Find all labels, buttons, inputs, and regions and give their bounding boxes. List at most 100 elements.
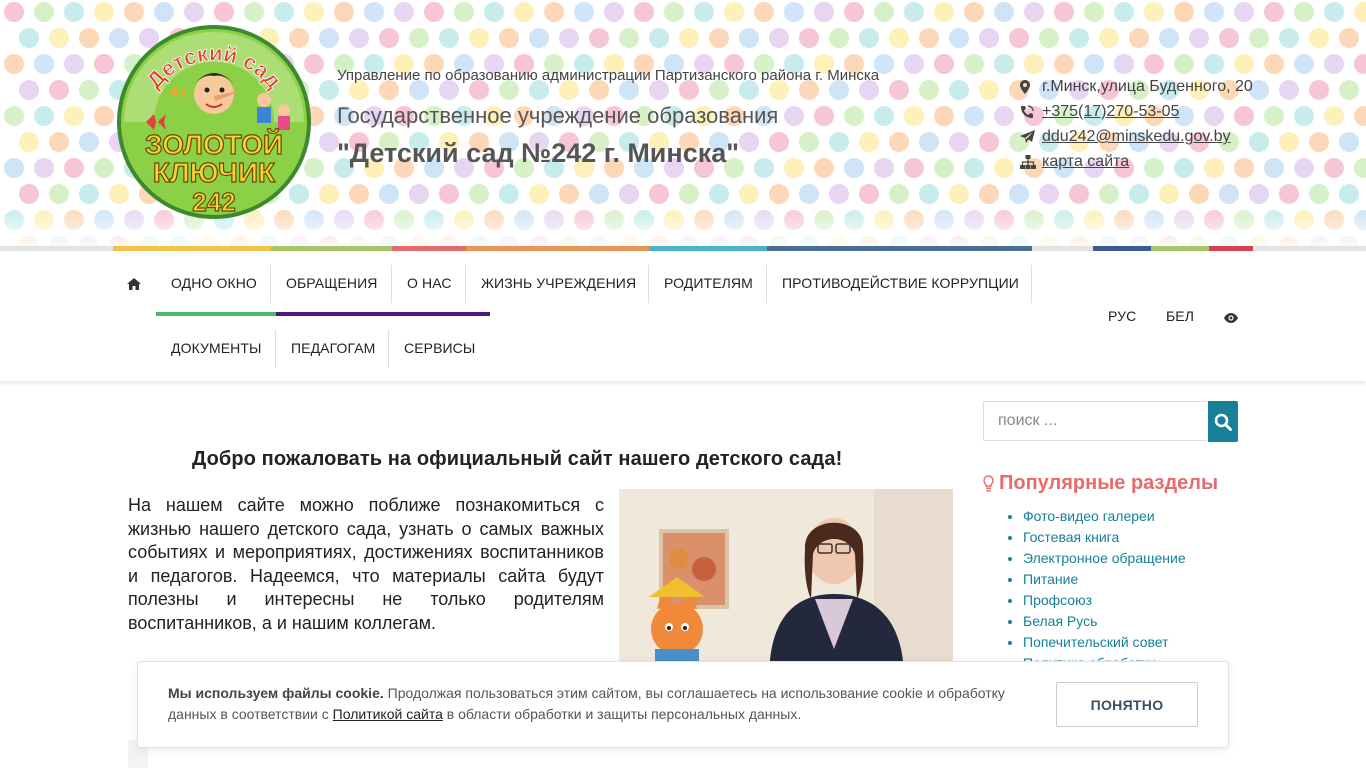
- background-dot: [529, 28, 549, 48]
- background-dot: [1354, 54, 1366, 74]
- background-dot: [1264, 106, 1284, 126]
- background-dot: [934, 2, 954, 22]
- background-dot: [934, 54, 954, 74]
- lang-ru[interactable]: РУС: [1108, 308, 1136, 324]
- email-link[interactable]: ddu242@minskedu.gov.by: [1042, 124, 1231, 149]
- background-dot: [19, 28, 39, 48]
- background-dot: [979, 132, 999, 152]
- nav-separator: [270, 265, 271, 303]
- background-dot: [1069, 184, 1089, 204]
- background-dot: [349, 28, 369, 48]
- background-dot: [1339, 80, 1359, 100]
- nav-item-one-window[interactable]: ОДНО ОКНО: [171, 275, 257, 291]
- background-dot: [1279, 184, 1299, 204]
- background-dot: [469, 28, 489, 48]
- search-icon: [1214, 413, 1232, 431]
- svg-text:242: 242: [192, 187, 235, 217]
- background-dot: [964, 2, 984, 22]
- popular-link[interactable]: Питание: [1023, 571, 1078, 587]
- background-dot: [784, 106, 804, 126]
- popular-link[interactable]: Гостевая книга: [1023, 529, 1119, 545]
- background-dot: [1129, 28, 1149, 48]
- nav-item-documents[interactable]: ДОКУМЕНТЫ: [171, 340, 262, 356]
- nav-item-life[interactable]: ЖИЗНЬ УЧРЕЖДЕНИЯ: [481, 275, 636, 291]
- search-button[interactable]: [1208, 401, 1238, 442]
- background-dot: [4, 54, 24, 74]
- background-dot: [889, 132, 909, 152]
- background-dot: [94, 54, 114, 74]
- cookie-accept-button[interactable]: ПОНЯТНО: [1056, 682, 1198, 727]
- nav-item-teachers[interactable]: ПЕДАГОГАМ: [291, 340, 375, 356]
- background-dot: [304, 2, 324, 22]
- background-dot: [904, 54, 924, 74]
- list-item: Попечительский совет: [1023, 632, 1186, 653]
- background-dot: [739, 28, 759, 48]
- background-dot: [1354, 106, 1366, 126]
- background-dot: [1309, 80, 1329, 100]
- background-dot: [49, 184, 69, 204]
- popular-sections-label: Популярные разделы: [999, 472, 1219, 494]
- popular-link[interactable]: Электронное обращение: [1023, 550, 1186, 566]
- contact-address: г.Минск,улица Буденного, 20: [1020, 74, 1253, 99]
- background-dot: [1204, 2, 1224, 22]
- background-dot: [964, 106, 984, 126]
- list-item: Электронное обращение: [1023, 548, 1186, 569]
- lang-by[interactable]: БЕЛ: [1166, 308, 1194, 324]
- background-dot: [889, 80, 909, 100]
- background-dot: [949, 132, 969, 152]
- background-dot: [49, 80, 69, 100]
- background-dot: [709, 184, 729, 204]
- background-dot: [319, 184, 339, 204]
- sitemap-link[interactable]: карта сайта: [1042, 149, 1129, 174]
- privacy-policy-link[interactable]: Политикой сайта: [333, 706, 443, 722]
- background-dot: [94, 106, 114, 126]
- background-dot: [34, 54, 54, 74]
- background-dot: [799, 132, 819, 152]
- background-dot: [784, 158, 804, 178]
- background-dot: [874, 158, 894, 178]
- contact-phone: +375(17)270-53-05: [1020, 99, 1253, 124]
- welcome-title: Добро пожаловать на официальный сайт наш…: [192, 448, 843, 470]
- search-input[interactable]: [983, 401, 1207, 441]
- background-dot: [1309, 28, 1329, 48]
- popular-link[interactable]: Белая Русь: [1023, 613, 1097, 629]
- background-dot: [1024, 54, 1044, 74]
- background-dot: [844, 158, 864, 178]
- home-icon[interactable]: [127, 277, 141, 295]
- cookie-banner: Мы используем файлы cookie. Продолжая по…: [137, 661, 1229, 748]
- popular-link[interactable]: Попечительский совет: [1023, 634, 1169, 650]
- background-dot: [1114, 54, 1134, 74]
- nav-item-parents[interactable]: РОДИТЕЛЯМ: [664, 275, 753, 291]
- background-dot: [1279, 28, 1299, 48]
- background-dot: [799, 28, 819, 48]
- background-dot: [94, 158, 114, 178]
- director-photo: [619, 489, 953, 679]
- background-dot: [64, 54, 84, 74]
- background-dot: [1264, 158, 1284, 178]
- org-parent-name: Управление по образованию администрации …: [337, 67, 880, 84]
- eye-icon[interactable]: [1224, 310, 1238, 328]
- popular-link[interactable]: Профсоюз: [1023, 592, 1092, 608]
- background-dot: [1009, 184, 1029, 204]
- nav-separator: [766, 265, 767, 303]
- background-dot: [784, 2, 804, 22]
- background-dot: [1354, 2, 1366, 22]
- list-item: Питание: [1023, 569, 1186, 590]
- site-logo[interactable]: Детский сад ЗОЛОТОЙ КЛЮЧИК 242: [114, 22, 314, 222]
- nav-item-about[interactable]: О НАС: [407, 275, 452, 291]
- background-dot: [1354, 158, 1366, 178]
- background-dot: [1279, 80, 1299, 100]
- popular-link[interactable]: Фото-видео галереи: [1023, 508, 1155, 524]
- background-dot: [394, 2, 414, 22]
- background-dot: [1039, 28, 1059, 48]
- background-dot: [1144, 2, 1164, 22]
- background-dot: [724, 2, 744, 22]
- nav-item-anticorruption[interactable]: ПРОТИВОДЕЙСТВИЕ КОРРУПЦИИ: [782, 275, 1019, 291]
- popular-sections-list: Фото-видео галереи Гостевая книга Электр…: [1005, 506, 1186, 674]
- phone-link[interactable]: +375(17)270-53-05: [1042, 99, 1179, 124]
- nav-item-appeals[interactable]: ОБРАЩЕНИЯ: [286, 275, 377, 291]
- background-dot: [1114, 2, 1134, 22]
- background-dot: [889, 184, 909, 204]
- nav-item-services[interactable]: СЕРВИСЫ: [404, 340, 475, 356]
- welcome-banner: Добро пожаловать на официальный сайт наш…: [128, 440, 956, 679]
